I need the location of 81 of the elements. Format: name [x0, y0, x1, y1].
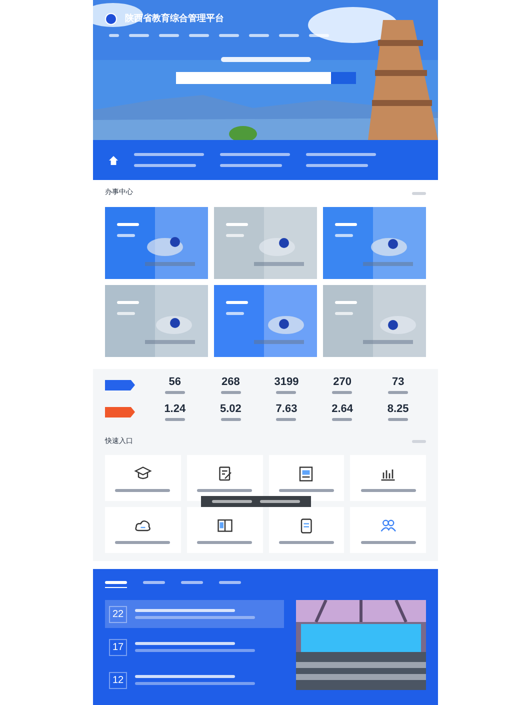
quick-entry-tile[interactable] [105, 455, 181, 501]
illegible-text [197, 540, 252, 544]
illegible-text [117, 222, 139, 226]
illegible-text [220, 164, 282, 167]
illegible-text [220, 390, 241, 394]
news-date: 12 [109, 672, 127, 688]
quick-entry-tile[interactable] [350, 507, 426, 553]
illegible-text [278, 488, 334, 492]
illegible-text [249, 34, 269, 36]
stat-value: 2.64 [332, 404, 353, 414]
stat-value: 3199 [274, 376, 299, 388]
illegible-text [189, 34, 209, 36]
book-icon [216, 516, 234, 534]
illegible-text [117, 300, 139, 304]
stat-value: 56 [168, 376, 182, 388]
stat-value: 8.25 [387, 404, 409, 414]
stat-value: 268 [222, 376, 240, 388]
illegible-text [306, 164, 368, 167]
illegible-text [134, 153, 204, 156]
illegible-text [143, 581, 165, 584]
quick-entry-tile[interactable] [268, 507, 344, 553]
illegible-text [219, 34, 239, 36]
illegible-text [134, 164, 196, 167]
illegible-text [309, 34, 329, 36]
illegible-text [360, 488, 416, 492]
illegible-text [360, 540, 416, 544]
illegible-text [335, 234, 353, 236]
illegible-text [335, 222, 357, 226]
illegible-text [212, 500, 252, 502]
illegible-text [220, 418, 241, 420]
document-icon [297, 464, 316, 482]
stat-value: 1.24 [164, 404, 186, 414]
illegible-text [117, 234, 135, 236]
illegible-text [412, 440, 426, 444]
home-icon[interactable] [109, 156, 118, 164]
stat-value: 5.02 [220, 404, 242, 414]
illegible-text [115, 488, 170, 492]
illegible-text [109, 34, 119, 36]
illegible-text [226, 300, 248, 304]
news-date: 22 [109, 606, 127, 622]
illegible-text [226, 312, 244, 314]
news-date: 17 [109, 638, 127, 656]
illegible-text [276, 390, 296, 394]
news-item[interactable]: 22 [105, 600, 284, 628]
illegible-text [164, 390, 185, 394]
illegible-text [164, 418, 185, 420]
illegible-text [306, 153, 376, 156]
illegible-text [260, 500, 300, 502]
quick-entry-tile[interactable] [105, 507, 181, 553]
illegible-text [335, 312, 353, 314]
illegible-text [412, 192, 426, 195]
news-item[interactable]: 12 [105, 666, 284, 694]
news-tab[interactable] [105, 581, 127, 588]
illegible-text [388, 418, 408, 420]
news-item[interactable]: 17 [105, 633, 284, 661]
illegible-text [279, 34, 299, 36]
illegible-text [105, 581, 127, 584]
illegible-text [335, 300, 357, 304]
illegible-text [226, 234, 244, 236]
stat-value: 7.63 [276, 404, 298, 414]
stat-value: 73 [392, 376, 404, 388]
illegible-text [117, 312, 135, 314]
illegible-text [219, 581, 241, 584]
search-field[interactable] [176, 72, 330, 84]
quick-entry-tile[interactable] [186, 507, 262, 553]
stat-value: 270 [333, 376, 352, 388]
illegible-text [220, 153, 290, 156]
illegible-text [115, 540, 170, 544]
illegible-text [388, 390, 408, 394]
quick-entry-tile[interactable] [350, 455, 426, 501]
quick-entry-tile[interactable] [186, 455, 262, 501]
illegible-text [159, 34, 179, 36]
illegible-text [332, 390, 352, 394]
illegible-text [181, 581, 203, 584]
illegible-text [197, 488, 252, 492]
illegible-text [226, 222, 248, 226]
illegible-text [276, 418, 296, 420]
illegible-text [129, 34, 149, 36]
illegible-text [332, 418, 352, 420]
illegible-text [278, 540, 334, 544]
quick-entry-tile[interactable] [268, 455, 344, 501]
